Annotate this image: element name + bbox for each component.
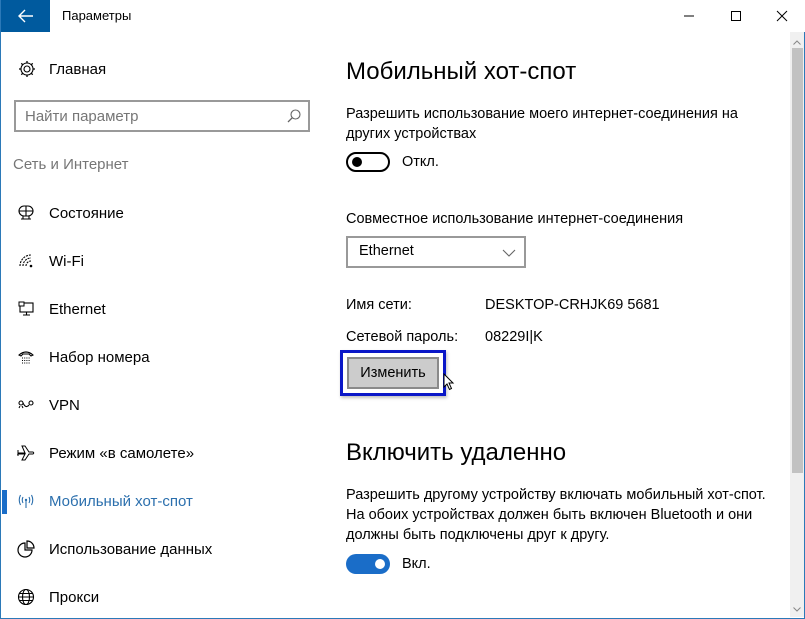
sidebar-item-data-usage[interactable]: Использование данных	[1, 529, 321, 569]
chevron-down-icon	[793, 606, 801, 612]
remote-toggle[interactable]	[346, 554, 390, 574]
mouse-cursor-icon	[443, 372, 455, 396]
chevron-down-icon	[502, 245, 516, 263]
scrollbar[interactable]	[790, 32, 804, 617]
close-button[interactable]	[759, 0, 805, 32]
network-password-label: Сетевой пароль:	[346, 329, 459, 345]
remote-title: Включить удаленно	[346, 439, 567, 466]
arrow-left-icon	[17, 9, 33, 23]
maximize-icon	[731, 11, 741, 21]
sidebar-item-label: Режим «в самолете»	[49, 444, 195, 462]
search-box[interactable]	[14, 100, 310, 132]
sidebar-item-label: Мобильный хот-спот	[49, 492, 193, 510]
gear-icon	[13, 60, 41, 78]
globe-monitor-icon	[15, 202, 37, 224]
sidebar-item-label: Ethernet	[49, 300, 106, 318]
sidebar-item-label: Wi-Fi	[49, 252, 84, 270]
sidebar-item-status[interactable]: Состояние	[1, 193, 321, 233]
hotspot-icon	[15, 490, 37, 512]
sidebar-item-label: Прокси	[49, 588, 100, 606]
sidebar: Главная Сеть и Интернет Состояние Wi-Fi	[1, 32, 321, 619]
section-label: Сеть и Интернет	[13, 156, 129, 173]
chevron-up-icon	[793, 39, 801, 45]
remote-toggle-label: Вкл.	[402, 556, 431, 572]
hotspot-toggle[interactable]	[346, 152, 390, 172]
sidebar-item-ethernet[interactable]: Ethernet	[1, 289, 321, 329]
content-pane: Мобильный хот-спот Разрешить использован…	[331, 32, 771, 619]
network-name-value: DESKTOP-CRHJK69 5681	[485, 297, 660, 313]
back-button[interactable]	[1, 0, 50, 32]
minimize-button[interactable]	[666, 0, 712, 32]
window-title: Параметры	[62, 8, 132, 23]
globe-icon	[15, 586, 37, 608]
sidebar-home-label: Главная	[49, 60, 107, 78]
sidebar-item-label: Состояние	[49, 204, 124, 222]
network-name-label: Имя сети:	[346, 297, 412, 313]
toggle-knob	[375, 559, 385, 569]
toggle-knob	[352, 157, 362, 167]
sharing-label: Совместное использование интернет-соедин…	[346, 211, 684, 227]
active-indicator	[2, 490, 7, 514]
sidebar-item-label: VPN	[49, 396, 80, 414]
sidebar-item-vpn[interactable]: VPN	[1, 385, 321, 425]
search-input[interactable]	[16, 102, 276, 130]
sidebar-item-label: Использование данных	[49, 540, 213, 558]
search-icon[interactable]	[286, 108, 302, 129]
ethernet-icon	[15, 298, 37, 320]
sidebar-home[interactable]: Главная	[13, 56, 106, 82]
sidebar-item-wifi[interactable]: Wi-Fi	[1, 241, 321, 281]
hotspot-description: Разрешить использование моего интернет-с…	[346, 106, 738, 142]
change-button-highlight: Изменить	[340, 350, 455, 396]
settings-window: Параметры Главная Сеть и Интернет	[0, 0, 805, 619]
title-bar: Параметры	[1, 0, 805, 32]
network-password-value: 08229I|K	[485, 329, 543, 345]
remote-description: Разрешить другому устройству включать мо…	[346, 487, 766, 543]
pie-chart-icon	[15, 538, 37, 560]
airplane-icon	[15, 442, 37, 464]
minimize-icon	[684, 15, 694, 17]
sidebar-item-dialup[interactable]: Набор номера	[1, 337, 321, 377]
close-icon	[776, 10, 788, 22]
wifi-icon	[15, 250, 37, 272]
sidebar-item-proxy[interactable]: Прокси	[1, 577, 321, 617]
change-button[interactable]: Изменить	[347, 357, 439, 389]
sidebar-item-mobile-hotspot[interactable]: Мобильный хот-спот	[1, 481, 321, 521]
phone-icon	[15, 346, 37, 368]
sidebar-item-airplane[interactable]: Режим «в самолете»	[1, 433, 321, 473]
scroll-thumb[interactable]	[792, 48, 803, 473]
vpn-icon	[15, 394, 37, 416]
scroll-down-button[interactable]	[790, 603, 804, 615]
sidebar-item-label: Набор номера	[49, 348, 150, 366]
scroll-up-button[interactable]	[790, 36, 804, 48]
hotspot-title: Мобильный хот-спот	[346, 58, 577, 85]
select-value: Ethernet	[359, 243, 414, 259]
maximize-button[interactable]	[713, 0, 759, 32]
sharing-connection-select[interactable]: Ethernet	[346, 236, 526, 268]
hotspot-toggle-label: Откл.	[402, 154, 439, 170]
